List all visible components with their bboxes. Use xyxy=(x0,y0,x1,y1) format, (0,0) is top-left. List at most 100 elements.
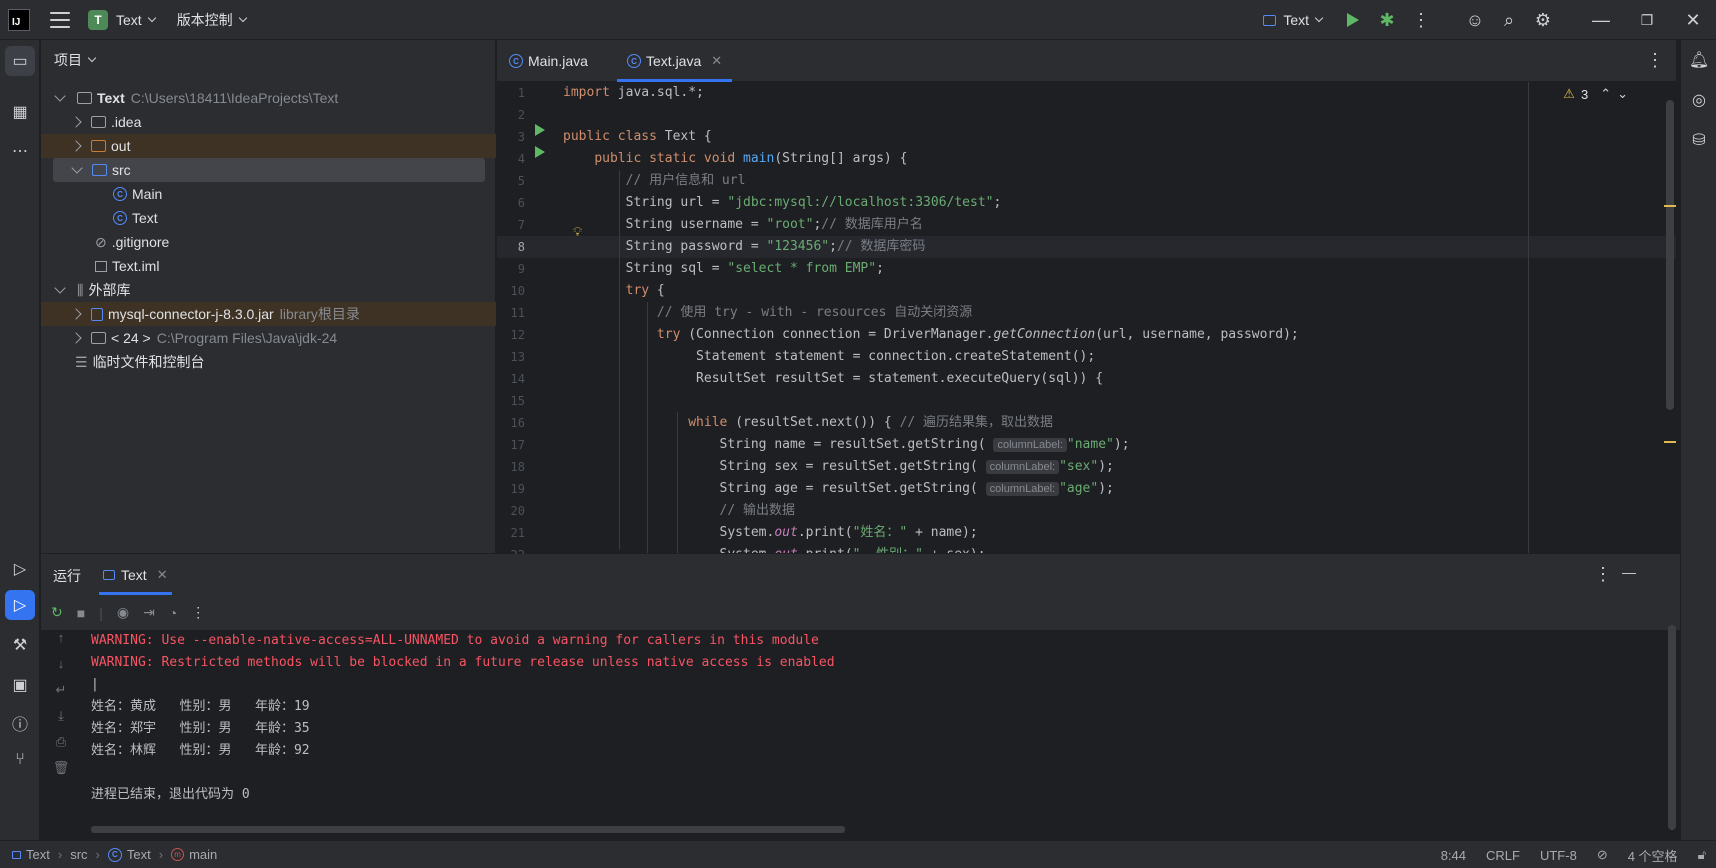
tree-item-main[interactable]: C Main xyxy=(41,182,496,206)
settings-icon[interactable]: ⚙ xyxy=(1526,0,1560,40)
print-icon[interactable]: ⎙ xyxy=(47,734,75,760)
coverage-icon[interactable]: ◔ xyxy=(169,605,177,621)
lock-icon[interactable]: 🔓︎ xyxy=(1698,847,1706,863)
stop-icon[interactable]: ■ xyxy=(77,605,85,621)
indent-setting[interactable]: 4 个空格 xyxy=(1628,846,1678,865)
close-icon[interactable]: ✕ xyxy=(1670,0,1716,40)
breadcrumb-item[interactable]: main xyxy=(189,847,217,862)
tree-item-out[interactable]: out xyxy=(41,134,496,158)
error-stripe-mark[interactable] xyxy=(1664,205,1676,207)
run-icon[interactable] xyxy=(1336,0,1370,40)
breadcrumb-item[interactable]: src xyxy=(70,847,87,862)
chevron-right-icon[interactable] xyxy=(70,116,82,128)
run-config-selector[interactable]: Text xyxy=(1263,12,1324,28)
tree-item-text[interactable]: C Text xyxy=(41,206,496,230)
line-number: 3 xyxy=(517,130,525,144)
maximize-icon[interactable]: ❐ xyxy=(1624,0,1670,40)
hide-panel-icon[interactable]: — xyxy=(1622,564,1636,580)
console-horizontal-scrollbar[interactable] xyxy=(91,826,845,833)
tree-item-external-libraries[interactable]: ⫼ 外部库 xyxy=(41,278,496,302)
terminal-icon[interactable]: ▣ xyxy=(5,670,35,700)
database-icon[interactable]: ⛁ xyxy=(1684,125,1714,155)
project-panel-header[interactable]: 项目 xyxy=(41,40,495,80)
tab-text-java[interactable]: C Text.java ✕ xyxy=(617,40,733,82)
tabs-more-icon[interactable]: ⋮ xyxy=(1646,50,1664,71)
chevron-down-icon[interactable]: ⌄ xyxy=(1617,86,1628,102)
services-icon[interactable]: ▷ xyxy=(5,554,35,584)
tree-item-scratches[interactable]: ☰ 临时文件和控制台 xyxy=(41,350,496,374)
breadcrumb-item[interactable]: Text xyxy=(26,847,50,862)
run-gutter-icon[interactable] xyxy=(535,146,545,158)
more-icon[interactable]: ⋮ xyxy=(191,604,205,621)
git-icon[interactable]: ⑂ xyxy=(5,745,35,775)
code-view[interactable]: import java.sql.*; public class Text { p… xyxy=(557,82,1607,553)
chevron-up-icon[interactable]: ⌃ xyxy=(1600,86,1611,102)
tree-item-label: mysql-connector-j-8.3.0.jar xyxy=(108,306,274,322)
search-icon[interactable]: ⌕ xyxy=(1492,0,1526,40)
tree-item-iml[interactable]: Text.iml xyxy=(41,254,496,278)
error-stripe-mark[interactable] xyxy=(1664,441,1676,443)
line-number: 8 xyxy=(517,240,525,254)
screenshot-icon[interactable]: ◉ xyxy=(117,604,129,621)
close-tab-icon[interactable]: ✕ xyxy=(711,53,722,69)
problems-icon[interactable]: ⓘ xyxy=(5,708,35,738)
chevron-down-icon xyxy=(238,13,247,22)
debug-icon[interactable]: ✱ xyxy=(1370,0,1404,40)
ai-assistant-icon[interactable]: ◎ xyxy=(1684,85,1714,115)
app-logo-icon[interactable]: IJ xyxy=(8,8,30,31)
project-badge[interactable]: T xyxy=(88,9,108,30)
excluded-folder-icon xyxy=(91,140,106,152)
console-vertical-scrollbar[interactable] xyxy=(1668,625,1676,830)
inspection-widget[interactable]: ⚠ 3 ⌃ ⌄ xyxy=(1563,86,1628,102)
export-icon[interactable]: ⇥ xyxy=(143,604,155,621)
tree-item-label: < 24 > xyxy=(111,330,151,346)
line-separator[interactable]: CRLF xyxy=(1486,848,1520,863)
trash-icon[interactable]: 🗑︎ xyxy=(47,760,75,786)
scroll-to-end-icon[interactable]: ⤓ xyxy=(47,708,75,734)
rerun-icon[interactable]: ↻ xyxy=(51,604,63,621)
chevron-right-icon[interactable] xyxy=(70,332,82,344)
tab-main-java[interactable]: C Main.java xyxy=(509,40,588,82)
run-gutter-icon[interactable] xyxy=(535,124,545,136)
code-line: String password = "123456";// 数据库密码 xyxy=(563,239,926,254)
soft-wrap-icon[interactable]: ↵ xyxy=(47,682,75,708)
run-tool-icon[interactable]: ▷ xyxy=(5,590,35,620)
hamburger-icon[interactable] xyxy=(50,11,70,28)
chevron-down-icon[interactable] xyxy=(54,282,66,294)
chevron-down-icon[interactable] xyxy=(54,90,66,102)
arrow-up-icon[interactable]: ↑ xyxy=(47,630,75,656)
tree-item-jdk[interactable]: < 24 > C:\Program Files\Java\jdk-24 xyxy=(41,326,496,350)
caret-position[interactable]: 8:44 xyxy=(1441,848,1466,863)
run-tab-text[interactable]: Text ✕ xyxy=(99,555,172,595)
project-tool-icon[interactable]: ▭ xyxy=(5,46,35,76)
run-panel-title: 运行 xyxy=(53,568,81,584)
chevron-down-icon[interactable] xyxy=(71,162,83,174)
console-output[interactable]: WARNING: Use --enable-native-access=ALL-… xyxy=(91,630,1651,841)
tree-item-mysql-jar[interactable]: mysql-connector-j-8.3.0.jar library根目录 xyxy=(41,302,496,326)
readonly-toggle-icon[interactable]: ⊘ xyxy=(1597,847,1608,863)
add-user-icon[interactable]: ☺ xyxy=(1458,0,1492,40)
vcs-menu[interactable]: 版本控制 xyxy=(169,10,247,30)
tree-item-src[interactable]: src xyxy=(53,158,485,182)
chevron-right-icon[interactable] xyxy=(70,308,82,320)
build-icon[interactable]: ⚒ xyxy=(5,630,35,660)
tree-item-label: Text xyxy=(97,90,125,106)
tree-item-idea[interactable]: .idea xyxy=(41,110,496,134)
minimize-icon[interactable]: — xyxy=(1578,0,1624,40)
structure-tool-icon[interactable]: ▦ xyxy=(5,97,35,127)
notifications-icon[interactable]: 🔔︎ xyxy=(1684,45,1714,75)
editor-scrollbar[interactable] xyxy=(1666,100,1674,410)
more-icon[interactable]: ⋮ xyxy=(1594,564,1612,585)
close-tab-icon[interactable]: ✕ xyxy=(157,567,168,583)
more-icon[interactable]: ⋮ xyxy=(1404,0,1438,40)
run-tab-label: Text xyxy=(121,567,147,583)
tree-item-gitignore[interactable]: ⊘ .gitignore xyxy=(41,230,496,254)
file-encoding[interactable]: UTF-8 xyxy=(1540,848,1577,863)
more-tools-icon[interactable]: ⋯ xyxy=(5,136,35,166)
chevron-right-icon[interactable] xyxy=(70,140,82,152)
arrow-down-icon[interactable]: ↓ xyxy=(47,656,75,682)
method-icon: m xyxy=(171,848,185,861)
project-switcher[interactable]: Text xyxy=(108,12,156,28)
tree-item-root[interactable]: Text C:\Users\18411\IdeaProjects\Text xyxy=(41,86,496,110)
breadcrumb-item[interactable]: Text xyxy=(127,847,151,862)
